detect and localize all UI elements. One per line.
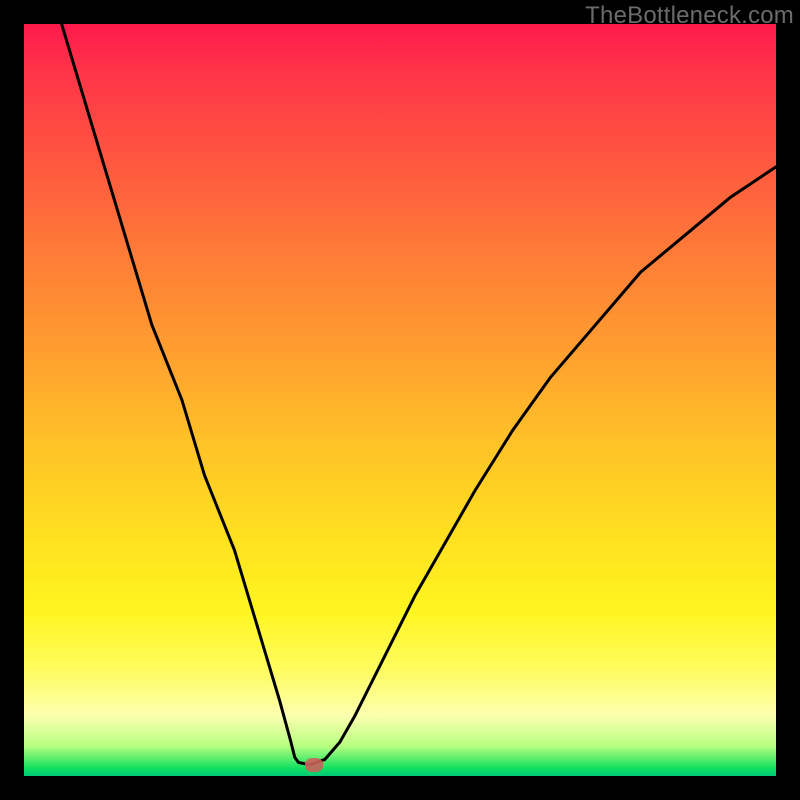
plot-area: [24, 24, 776, 776]
bottleneck-marker: [305, 758, 323, 772]
chart-frame: TheBottleneck.com: [0, 0, 800, 800]
bottleneck-curve: [24, 24, 776, 776]
